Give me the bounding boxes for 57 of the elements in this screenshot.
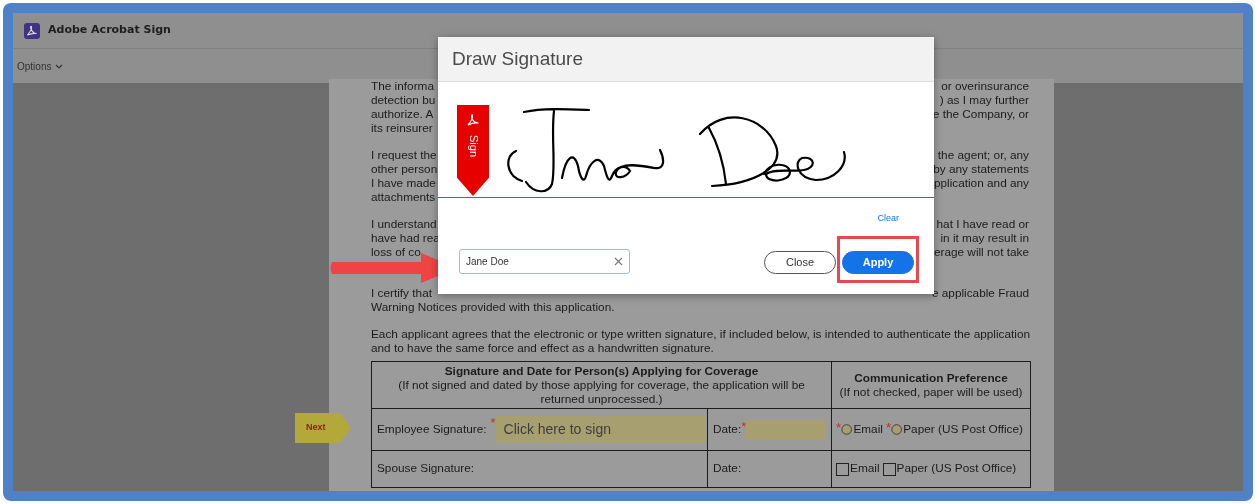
- acrobat-icon: [466, 113, 480, 127]
- option-label: Paper (US Post Office): [896, 460, 1017, 478]
- document-text: The informa: [371, 79, 434, 93]
- document-text: erage will not take: [933, 245, 1029, 259]
- document-text: authorize. A: [371, 107, 434, 121]
- dialog-title: Draw Signature: [452, 46, 583, 71]
- field-label: Employee Signature:: [377, 420, 487, 438]
- signature-field[interactable]: Click here to sign: [495, 416, 706, 443]
- document-text: attachments: [371, 190, 436, 204]
- sign-ribbon: Sign: [457, 105, 489, 196]
- document-text: detection bu: [371, 93, 436, 107]
- document-text: I have made: [371, 176, 436, 190]
- document-text: I understand: [371, 217, 437, 231]
- document-text: loss of co: [371, 245, 421, 259]
- required-mark: *: [885, 420, 891, 434]
- radio-button[interactable]: [841, 423, 853, 436]
- document-text: in it may result in: [940, 231, 1029, 245]
- document-text: by any statements: [933, 162, 1029, 176]
- name-input-field[interactable]: Jane Doe: [459, 249, 630, 274]
- next-tag[interactable]: Next: [295, 413, 351, 443]
- document-text: Warning Notices provided with this application.: [371, 300, 615, 314]
- document-text: hat I have read or: [936, 217, 1029, 231]
- option-label: Email: [850, 460, 880, 478]
- chevron-down-icon: [55, 63, 64, 69]
- document-text: pplication and any: [933, 176, 1029, 190]
- checkbox[interactable]: [882, 462, 896, 476]
- document-text: or overinsurance: [941, 79, 1029, 93]
- close-button[interactable]: Close: [764, 250, 836, 274]
- document-text: and to have the same force and effect as a handwritten signature.: [371, 341, 714, 355]
- options-menu[interactable]: Options: [17, 58, 64, 74]
- apply-button[interactable]: Apply: [842, 250, 914, 274]
- field-label: Date:: [713, 420, 742, 438]
- option-label: Email: [853, 420, 883, 438]
- option-label: Paper (US Post Office): [903, 420, 1023, 438]
- required-mark: *: [836, 420, 842, 434]
- column-note: (If not checked, paper will be used): [838, 385, 1024, 399]
- document-text: other person: [371, 162, 438, 176]
- field-label: Date:: [713, 460, 742, 478]
- required-mark: *: [741, 419, 747, 433]
- document-text: I certify that: [371, 286, 432, 300]
- document-text: its reinsurer: [371, 121, 433, 135]
- app-logo-icon: [24, 22, 40, 39]
- column-heading: Signature and Date for Person(s) Applying for Coverage: [443, 364, 760, 378]
- radio-button[interactable]: [890, 423, 903, 436]
- field-label: Spouse Signature:: [377, 460, 475, 478]
- document-text: I request the: [371, 148, 437, 162]
- checkbox[interactable]: [836, 462, 849, 476]
- app-title: Adobe Acrobat Sign: [48, 22, 171, 39]
- clear-link[interactable]: Clear: [877, 212, 899, 231]
- document-text: the agent; or, any: [937, 148, 1029, 162]
- date-field[interactable]: [746, 419, 827, 440]
- column-heading: Communication Preference: [853, 371, 1009, 385]
- column-note: (If not signed and dated by those applying for coverage, the application will be returned unprocessed.): [397, 378, 806, 406]
- document-text: ) as I may further: [939, 93, 1029, 107]
- required-mark: *: [490, 416, 496, 429]
- document-text: Each applicant agrees that the electronic or type written signature, if included below, is intended to authenticate the application: [371, 327, 1031, 341]
- clear-icon[interactable]: [614, 257, 623, 266]
